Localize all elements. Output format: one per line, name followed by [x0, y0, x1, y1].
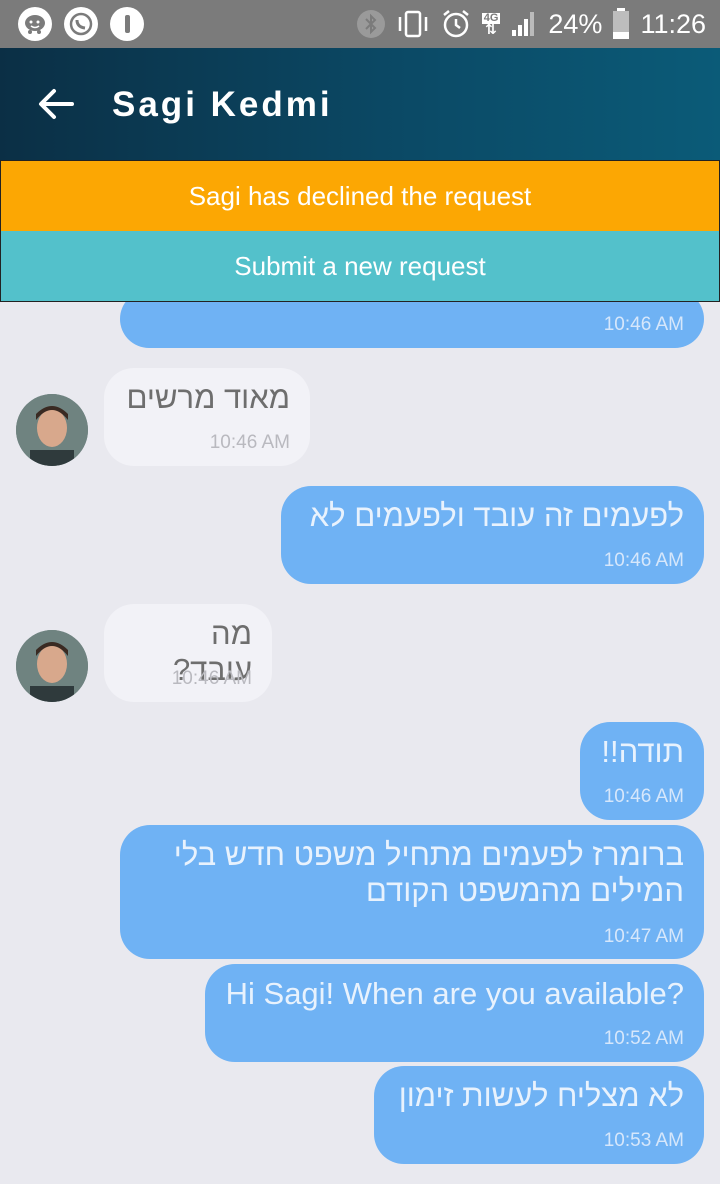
- message-time: 10:53 AM: [603, 1130, 684, 1151]
- clock: 11:26: [640, 8, 706, 39]
- bluetooth-icon: [356, 9, 386, 39]
- message-time: 10:47 AM: [603, 926, 684, 947]
- message-time: 10:46 AM: [171, 668, 252, 689]
- status-bar: 4G ⇅ 24% 11:26: [0, 0, 720, 48]
- message-bubble-outgoing[interactable]: ברומרז לפעמים מתחיל משפט חדש בלי המילים …: [120, 825, 704, 959]
- page-title: Sagi Kedmi: [112, 85, 333, 124]
- vibrate-icon: [396, 9, 430, 39]
- back-arrow-icon[interactable]: [36, 84, 76, 124]
- info-icon: [110, 7, 144, 41]
- signal-icon: [510, 10, 538, 38]
- message-text: לפעמים זה עובד ולפעמים לא: [309, 498, 684, 533]
- message-time: 10:46 AM: [603, 550, 684, 571]
- message-time: 10:46 AM: [209, 432, 290, 453]
- message-bubble-outgoing[interactable]: Hi Sagi! When are you available? 10:52 A…: [205, 964, 704, 1062]
- message-text: לא מצליח לעשות זימון: [398, 1078, 684, 1113]
- alarm-icon: [440, 8, 472, 40]
- battery-percent: 24%: [548, 8, 603, 39]
- waze-icon: [18, 7, 52, 41]
- app-bar: Sagi Kedmi: [0, 48, 720, 161]
- request-declined-banner: Sagi has declined the request: [0, 160, 720, 231]
- message-time: 10:46 AM: [603, 786, 684, 807]
- whatsapp-icon: [64, 7, 98, 41]
- avatar[interactable]: [16, 630, 88, 702]
- message-time: 10:46 AM: [603, 314, 684, 335]
- message-bubble-outgoing[interactable]: לא מצליח לעשות זימון 10:53 AM: [374, 1066, 704, 1164]
- message-bubble-outgoing[interactable]: תודה!! 10:46 AM: [580, 722, 704, 820]
- submit-new-request-button[interactable]: Submit a new request: [0, 231, 720, 302]
- message-text: תודה!!: [601, 734, 684, 769]
- message-text: מאוד מרשים: [126, 380, 290, 415]
- message-bubble-incoming[interactable]: מאוד מרשים 10:46 AM: [104, 368, 310, 466]
- avatar[interactable]: [16, 394, 88, 466]
- message-text: ברומרז לפעמים מתחיל משפט חדש בלי המילים …: [173, 837, 684, 908]
- message-bubble-incoming[interactable]: מה עובד? 10:46 AM: [104, 604, 272, 702]
- message-bubble-outgoing[interactable]: לפעמים זה עובד ולפעמים לא 10:46 AM: [281, 486, 704, 584]
- battery-icon: [612, 8, 630, 40]
- network-4g-icon: 4G ⇅: [481, 12, 501, 37]
- message-text: Hi Sagi! When are you available?: [225, 976, 684, 1011]
- message-time: 10:52 AM: [603, 1028, 684, 1049]
